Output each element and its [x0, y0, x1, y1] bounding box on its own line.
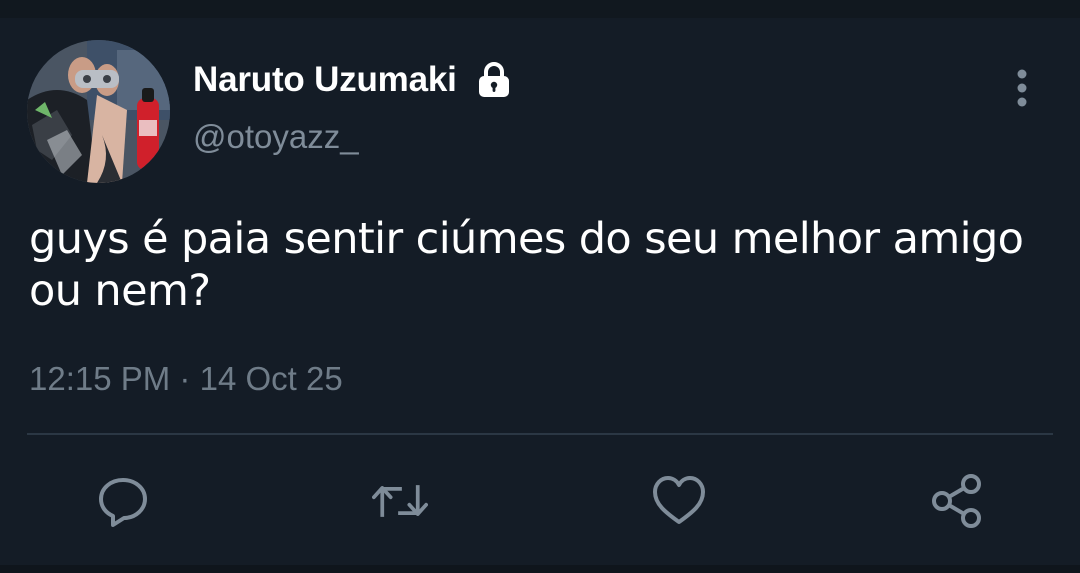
share-icon: [932, 474, 981, 528]
handle[interactable]: @otoyazz_: [193, 118, 359, 156]
retweet-icon: [372, 485, 428, 517]
divider: [27, 433, 1053, 435]
lock-icon: [475, 61, 513, 99]
top-strip: [0, 0, 1080, 18]
retweet-button[interactable]: [372, 473, 428, 529]
tweet-text-line: ou nem?: [29, 266, 211, 316]
more-options-button[interactable]: [1003, 66, 1041, 110]
display-name[interactable]: Naruto Uzumaki: [193, 60, 457, 100]
bottom-strip: [0, 565, 1080, 573]
tweet-date: 14 Oct 25: [199, 360, 343, 397]
author-row: Naruto Uzumaki: [193, 58, 513, 102]
tweet-text: guys é paia sentir ciúmes do seu melhor …: [29, 213, 1069, 317]
timestamp: 12:15 PM · 14 Oct 25: [29, 360, 343, 398]
avatar-photo: [27, 40, 170, 183]
tweet-time: 12:15 PM: [29, 360, 171, 397]
reply-icon: [99, 478, 147, 527]
tweet-text-line: guys é paia sentir ciúmes do seu melhor …: [29, 214, 1024, 264]
tweet-card: Naruto Uzumaki @otoyazz_ guys é paia sen…: [0, 18, 1080, 573]
timestamp-separator: ·: [179, 360, 191, 397]
avatar[interactable]: [27, 40, 170, 183]
share-button[interactable]: [929, 473, 985, 529]
more-vertical-icon: [1017, 69, 1027, 107]
like-icon: [653, 476, 705, 524]
reply-button[interactable]: [95, 473, 151, 529]
like-button[interactable]: [651, 473, 707, 529]
